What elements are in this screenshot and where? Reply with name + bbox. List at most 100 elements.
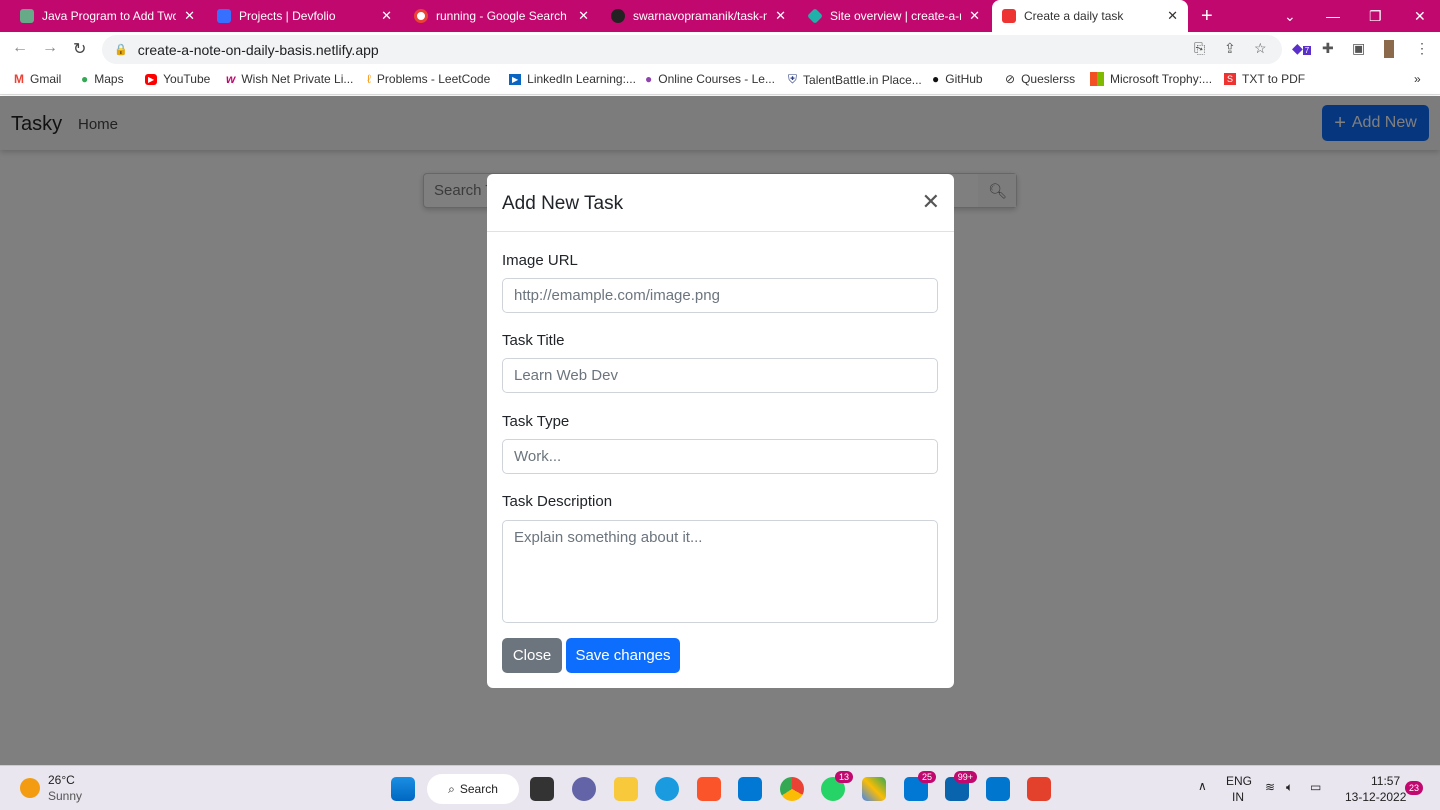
translate-icon[interactable]: ⎘ (1194, 40, 1205, 57)
address-bar[interactable]: 🔒 create-a-note-on-daily-basis.netlify.ap… (102, 35, 1282, 64)
devfolio-icon (217, 9, 231, 23)
whatsapp-icon[interactable]: 13 (821, 771, 853, 801)
windows-start-icon[interactable] (391, 777, 415, 801)
linkedin-icon: ▶ (509, 73, 522, 85)
maps-pin-icon: ● (81, 72, 89, 86)
task-view-icon[interactable] (530, 777, 554, 801)
extensions-puzzle-icon[interactable]: ✚ (1322, 40, 1334, 57)
close-button[interactable]: Close (502, 638, 562, 673)
task-description-textarea[interactable]: Explain something about it... (502, 520, 938, 623)
tab-title: Java Program to Add Two n (42, 9, 177, 23)
bookmark-gmail[interactable]: M Gmail (14, 72, 61, 86)
language-indicator[interactable]: ENG (1226, 774, 1252, 788)
clock-time[interactable]: 11:57 (1371, 774, 1400, 788)
bookmark-star-icon[interactable]: ☆ (1254, 40, 1267, 57)
bookmark-talentbattle[interactable]: ⛨ TalentBattle.in Place... (788, 72, 922, 87)
weather-sun-icon[interactable] (20, 778, 40, 798)
mail-icon[interactable]: 99+ (945, 771, 977, 801)
file-explorer-icon[interactable] (614, 777, 638, 801)
image-url-input[interactable]: http://emample.com/image.png (502, 278, 938, 313)
app-icon-25[interactable]: 25 (904, 771, 936, 801)
bookmark-linkedin-learning[interactable]: ▶ LinkedIn Learning:... (509, 72, 636, 86)
vscode-icon[interactable] (738, 777, 762, 801)
wifi-icon[interactable]: ≋ (1265, 780, 1275, 794)
forward-icon[interactable]: → (42, 39, 58, 57)
task-title-input[interactable]: Learn Web Dev (502, 358, 938, 393)
weather-temp[interactable]: 26°C (48, 773, 75, 787)
dell-icon[interactable] (986, 777, 1010, 801)
window-close-button[interactable]: ✕ (1414, 0, 1426, 32)
bookmark-leetcode[interactable]: ℓ Problems - LeetCode (367, 72, 490, 86)
task-type-input[interactable]: Work... (502, 439, 938, 474)
bookmark-microsoft[interactable]: Microsoft Trophy:... (1090, 72, 1212, 86)
bookmark-github[interactable]: ● GitHub (932, 72, 983, 86)
extension-badge: 7 (1302, 46, 1312, 55)
brave-icon[interactable] (697, 777, 721, 801)
side-panel-icon[interactable]: ▣ (1352, 40, 1365, 57)
close-tab-icon[interactable]: ✕ (775, 8, 786, 24)
tab-java[interactable]: Java Program to Add Two n ✕ (10, 0, 205, 32)
save-changes-button[interactable]: Save changes (566, 638, 680, 673)
tab-google[interactable]: running - Google Search ✕ (404, 0, 599, 32)
edge-icon[interactable] (655, 777, 679, 801)
extension-icon[interactable]: ◆ 7 (1292, 40, 1312, 57)
close-icon[interactable]: ✕ (922, 189, 940, 215)
app-icon[interactable] (862, 777, 886, 801)
tab-search-chevron-icon[interactable]: ⌄ (1284, 0, 1296, 32)
tab-github[interactable]: swarnavopramanik/task-ma ✕ (601, 0, 796, 32)
close-tab-icon[interactable]: ✕ (184, 8, 195, 24)
taskbar-search[interactable]: ⌕ Search (427, 774, 519, 804)
bookmark-label: Wish Net Private Li... (241, 72, 354, 86)
new-tab-button[interactable]: + (1201, 0, 1213, 32)
teams-chat-icon[interactable] (572, 777, 596, 801)
bookmarks-overflow-button[interactable]: » (1414, 72, 1421, 86)
tab-title: Site overview | create-a-not (830, 9, 961, 23)
close-tab-icon[interactable]: ✕ (1167, 8, 1178, 24)
minimize-button[interactable]: — (1326, 0, 1340, 32)
reload-icon[interactable]: ↻ (73, 39, 86, 59)
bookmark-label: LinkedIn Learning:... (527, 72, 636, 86)
tab-create-task[interactable]: Create a daily task ✕ (992, 0, 1188, 32)
wishnet-icon: w (226, 72, 236, 86)
bookmark-label: Problems - LeetCode (376, 72, 491, 86)
github-icon (611, 9, 625, 23)
battery-icon[interactable]: ▭ (1310, 780, 1321, 794)
bookmark-label: TalentBattle.in Place... (803, 72, 922, 87)
bookmark-maps[interactable]: ● Maps (81, 72, 124, 86)
tab-netlify[interactable]: Site overview | create-a-not ✕ (798, 0, 990, 32)
bookmark-youtube[interactable]: ▶ YouTube (145, 72, 210, 86)
profile-avatar[interactable] (1384, 40, 1394, 58)
search-icon: ⌕ (448, 781, 455, 796)
github-icon: ● (932, 72, 940, 86)
volume-icon[interactable]: 🔈︎ (1286, 780, 1293, 795)
tray-chevron-up-icon[interactable]: ∧ (1198, 779, 1207, 793)
menu-kebab-icon[interactable]: ⋮ (1415, 40, 1429, 57)
region-indicator[interactable]: IN (1232, 790, 1244, 804)
notification-badge[interactable]: 23 (1405, 781, 1424, 795)
leetcode-icon: ℓ (367, 72, 371, 86)
restore-button[interactable]: ❐ (1369, 0, 1382, 32)
close-tab-icon[interactable]: ✕ (578, 8, 589, 24)
tab-devfolio[interactable]: Projects | Devfolio ✕ (207, 0, 402, 32)
bookmark-wishnet[interactable]: w Wish Net Private Li... (226, 72, 353, 86)
bookmark-label: TXT to PDF (1242, 72, 1306, 86)
share-icon[interactable]: ⇪ (1224, 40, 1236, 57)
close-tab-icon[interactable]: ✕ (381, 8, 392, 24)
bookmark-queslerss[interactable]: ⊘ Queslerss (1005, 72, 1075, 86)
bookmark-txt-to-pdf[interactable]: S TXT to PDF (1224, 72, 1305, 86)
whatsapp-badge: 13 (834, 771, 853, 783)
office-icon[interactable] (1027, 777, 1051, 801)
tab-bar: Java Program to Add Two n ✕ Projects | De… (0, 0, 1440, 32)
bookmarks-bar: M Gmail ● Maps ▶ YouTube w Wish Net Private … (0, 66, 1440, 95)
clock-date[interactable]: 13-12-2022 (1345, 790, 1406, 804)
taskbar-search-label: Search (459, 782, 498, 796)
back-icon[interactable]: ← (12, 39, 28, 57)
youtube-icon: ▶ (145, 73, 158, 85)
modal-title: Add New Task (502, 193, 624, 214)
bookmark-online-courses[interactable]: ● Online Courses - Le... (645, 72, 775, 86)
chrome-icon[interactable] (780, 777, 804, 801)
close-tab-icon[interactable]: ✕ (969, 8, 980, 24)
google-icon (414, 9, 428, 23)
queslerss-icon: ⊘ (1005, 72, 1016, 86)
gmail-icon: M (14, 72, 24, 86)
